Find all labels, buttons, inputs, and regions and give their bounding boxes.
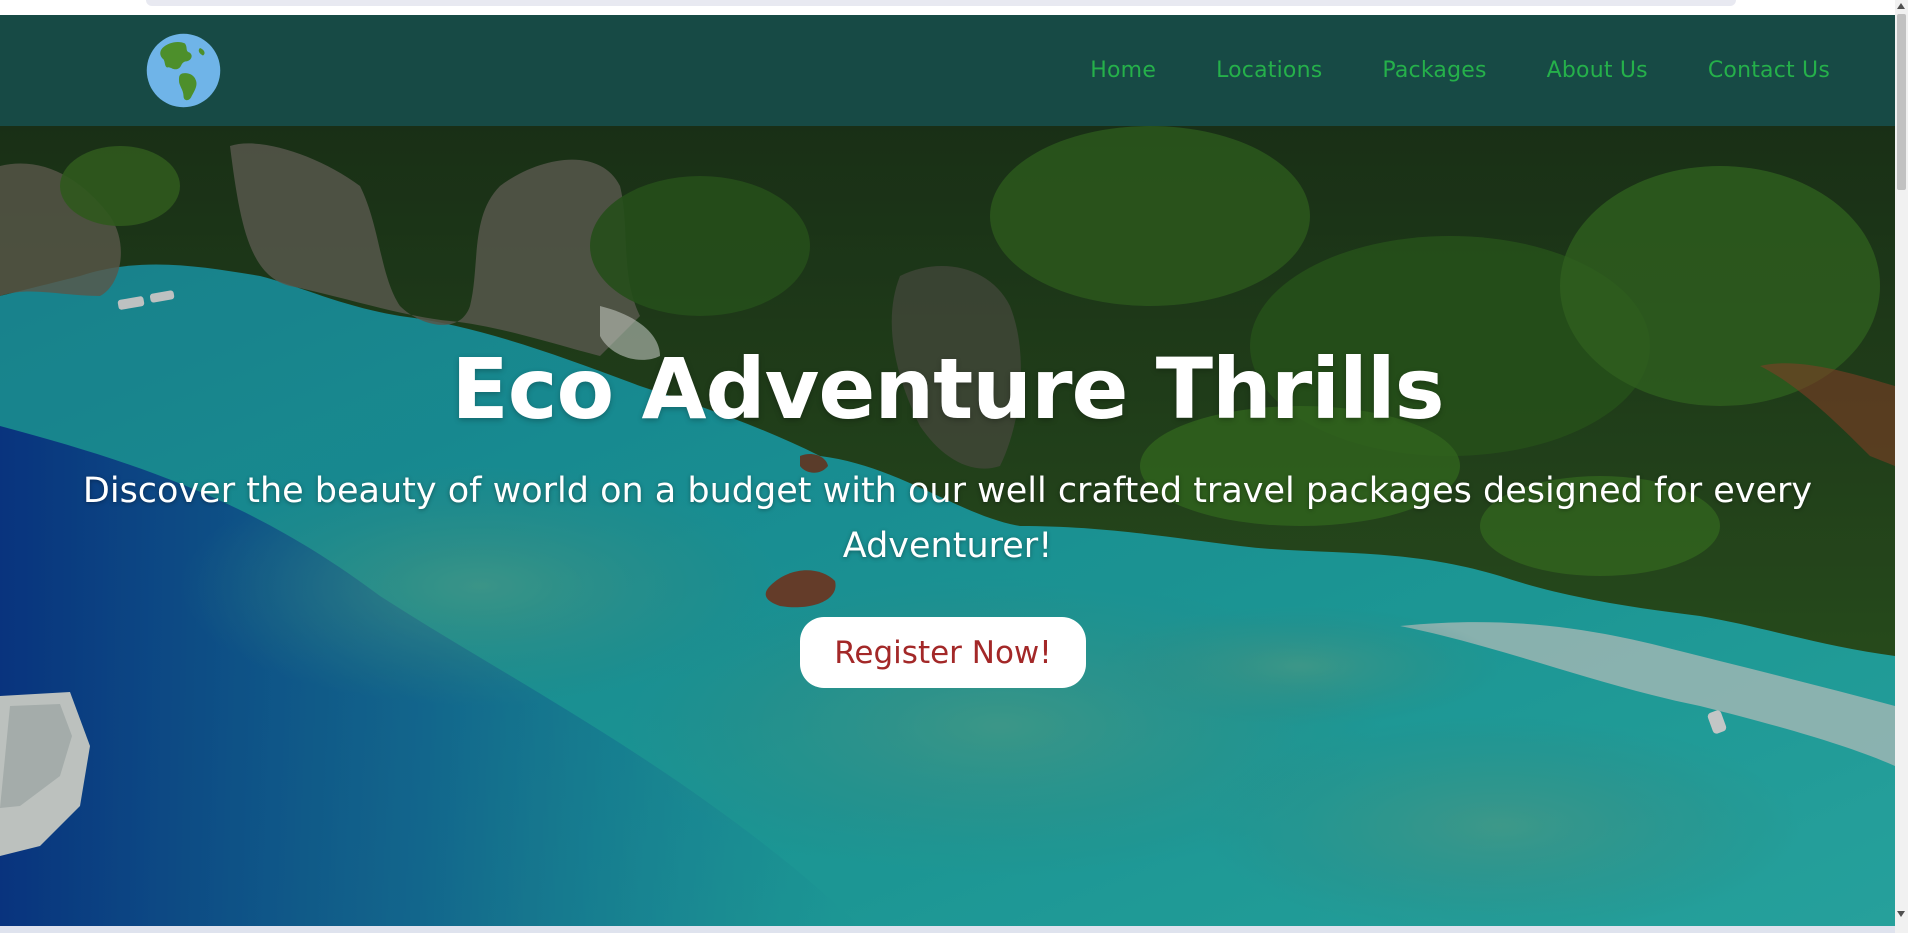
nav-link-locations[interactable]: Locations xyxy=(1216,58,1322,83)
browser-top-strip xyxy=(0,0,1895,15)
hero-title: Eco Adventure Thrills xyxy=(451,340,1444,438)
scroll-up-arrow-icon[interactable] xyxy=(1897,3,1905,9)
navbar: Home Locations Packages About Us Contact… xyxy=(0,15,1895,126)
nav-link-contact-us[interactable]: Contact Us xyxy=(1708,58,1830,83)
vertical-scrollbar[interactable] xyxy=(1895,0,1908,933)
page: Home Locations Packages About Us Contact… xyxy=(0,0,1908,933)
register-now-button[interactable]: Register Now! xyxy=(800,617,1086,688)
globe-americas-icon[interactable] xyxy=(146,33,221,108)
browser-tab-bar xyxy=(146,0,1736,6)
nav-item-locations: Locations xyxy=(1216,58,1322,83)
page-bottom-strip xyxy=(0,926,1895,933)
nav-links: Home Locations Packages About Us Contact… xyxy=(1090,15,1830,126)
nav-item-contact: Contact Us xyxy=(1708,58,1830,83)
nav-link-home[interactable]: Home xyxy=(1090,58,1156,83)
scroll-down-arrow-icon[interactable] xyxy=(1897,911,1905,917)
hero-section: Eco Adventure Thrills Discover the beaut… xyxy=(0,126,1895,926)
nav-item-about: About Us xyxy=(1547,58,1648,83)
nav-link-packages[interactable]: Packages xyxy=(1382,58,1486,83)
nav-item-packages: Packages xyxy=(1382,58,1486,83)
hero-subtitle: Discover the beauty of world on a budget… xyxy=(82,471,1813,566)
nav-item-home: Home xyxy=(1090,58,1156,83)
nav-link-about-us[interactable]: About Us xyxy=(1547,58,1648,83)
scrollbar-thumb[interactable] xyxy=(1897,14,1906,190)
